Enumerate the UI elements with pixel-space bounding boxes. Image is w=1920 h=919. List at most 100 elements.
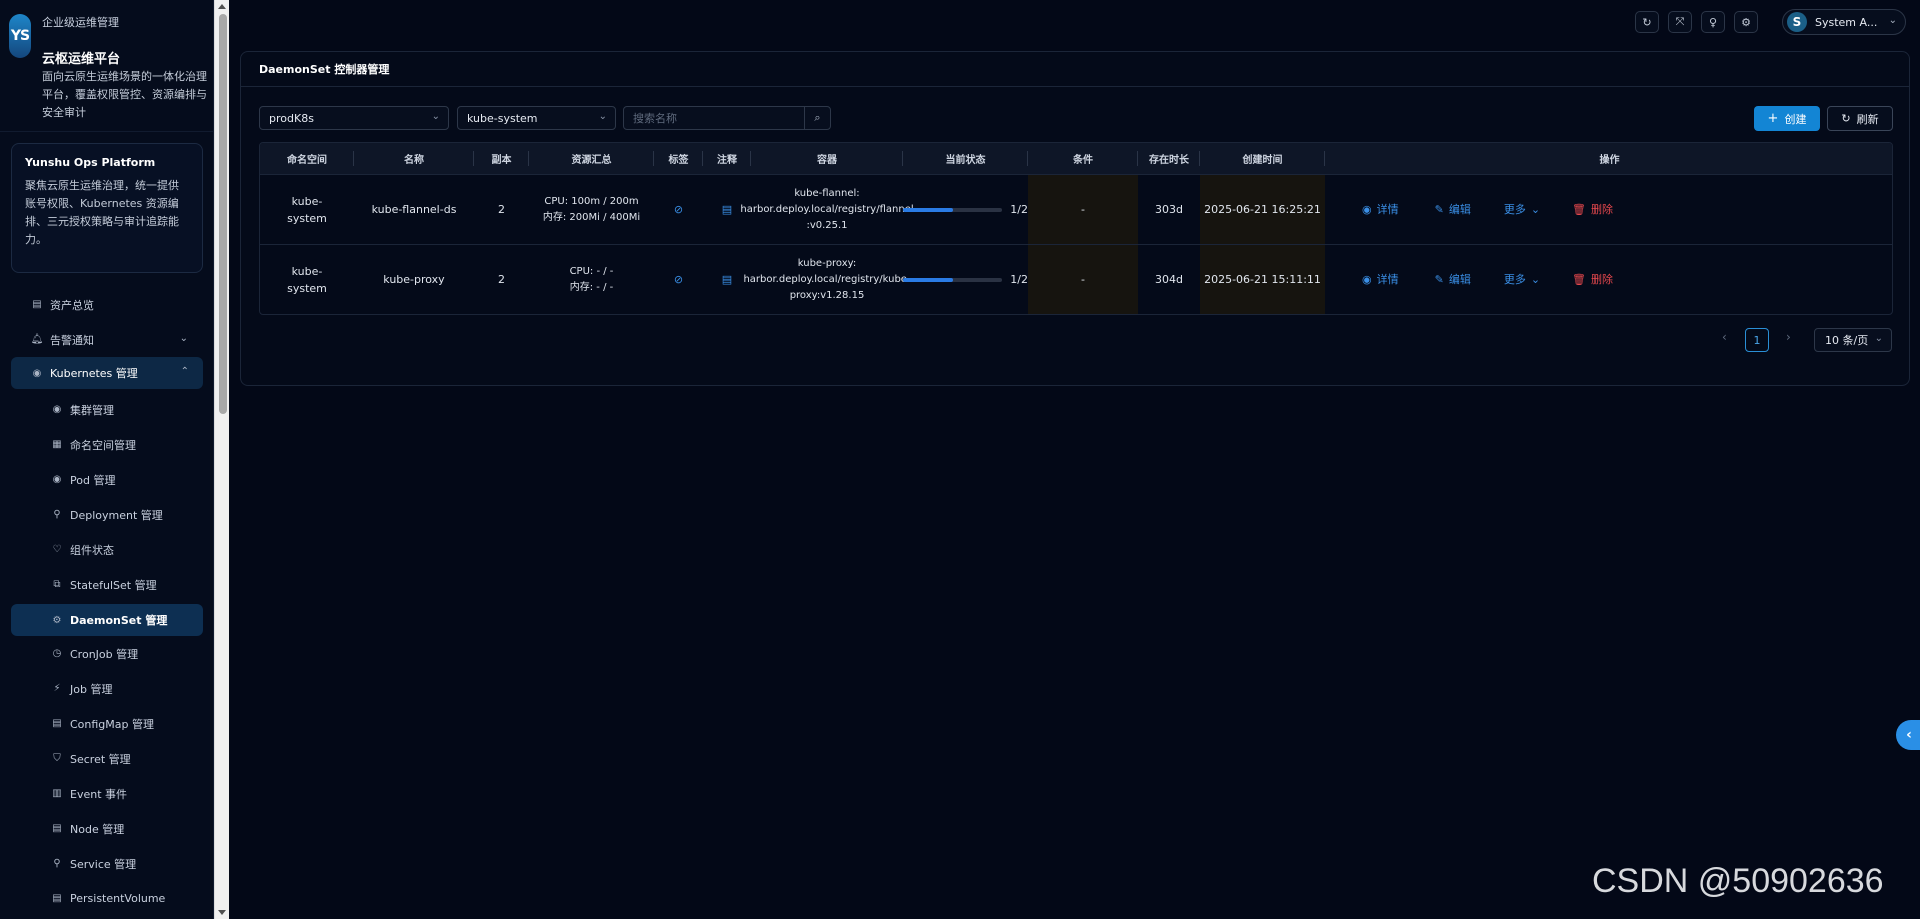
column-header: 存在时长 — [1138, 143, 1200, 174]
table-cell: ◉ 详情 ✎ 编辑 更多 ⌄ 🗑︎ 删除 — [1325, 175, 1892, 244]
scrollbar-thumb[interactable] — [219, 14, 227, 414]
search-input[interactable] — [624, 107, 804, 129]
column-header: 命名空间 — [260, 143, 354, 174]
document-icon[interactable]: ▤ — [722, 201, 732, 218]
sidebar-item-集群管理[interactable]: ◉ 集群管理 — [0, 392, 213, 427]
container-text: harbor.deploy.local/registry/kube- — [743, 273, 911, 285]
sidebar-item-label: 告警通知 — [50, 333, 94, 347]
detail-link[interactable]: ◉ 详情 — [1362, 271, 1399, 288]
menu-item-icon: ▤ — [52, 823, 62, 834]
column-header-label: 标签 — [668, 155, 689, 166]
column-header-label: 存在时长 — [1149, 155, 1189, 166]
table-cell: - — [1028, 175, 1138, 244]
age-value: 303d — [1155, 203, 1183, 216]
page-title: DaemonSet 控制器管理 — [241, 52, 1909, 87]
sidebar-scrollbar[interactable] — [214, 0, 229, 919]
table-cell: 304d — [1138, 245, 1200, 314]
memory-summary: 内存: 200Mi / 400Mi — [542, 211, 641, 223]
sidebar-item-label: Kubernetes 管理 — [50, 367, 138, 380]
condition-value: - — [1081, 203, 1085, 216]
menu-item-icon: ◉ — [52, 404, 62, 415]
sidebar-item-service[interactable]: ⚲ Service 管理 — [0, 846, 213, 881]
brand-title: 云枢运维平台 — [42, 52, 121, 67]
detail-link[interactable]: ◉ 详情 — [1362, 201, 1399, 218]
more-dropdown-label: 更多 — [1503, 203, 1526, 216]
menu-item-icon: ▥ — [52, 788, 62, 799]
table-cell: 2 — [474, 175, 529, 244]
sidebar-item-daemonset[interactable]: ⚙ DaemonSet 管理 — [11, 604, 203, 636]
gear-icon: ⚙ — [1741, 15, 1751, 29]
cluster-select[interactable]: prodK8s ⌄ — [259, 106, 449, 130]
plus-icon: + — [1767, 111, 1779, 126]
sidebar-item-persistentvolume[interactable]: ▤ PersistentVolume — [0, 881, 213, 916]
menu-item-icon: ♡ — [52, 544, 62, 555]
sidebar-item-secret[interactable]: ⛉ Secret 管理 — [0, 741, 213, 776]
memory-summary: 内存: - / - — [569, 281, 614, 293]
delete-link[interactable]: 🗑︎ 删除 — [1572, 201, 1613, 218]
namespace-select[interactable]: kube-system ⌄ — [457, 106, 616, 130]
refresh-button[interactable]: ↻ 刷新 — [1827, 106, 1893, 131]
edit-link[interactable]: ✎ 编辑 — [1435, 201, 1471, 218]
menu-item-icon: ⧉ — [53, 579, 61, 590]
create-button[interactable]: + 创建 — [1754, 106, 1820, 131]
sidebar-item-组件状态[interactable]: ♡ 组件状态 — [0, 532, 213, 567]
sidebar-item-event[interactable]: ▥ Event 事件 — [0, 776, 213, 811]
table-cell: kube-proxy: harbor.deploy.local/registry/… — [743, 245, 910, 314]
sidebar-item-alerts[interactable]: 🔔︎ 告警通知 ⌄ — [0, 322, 213, 357]
sidebar-item-cronjob[interactable]: ◷ CronJob 管理 — [0, 636, 213, 671]
more-dropdown[interactable]: 更多 ⌄ — [1504, 201, 1540, 218]
scroll-up-icon[interactable] — [218, 4, 226, 9]
sidebar-item-deployment[interactable]: ⚲ Deployment 管理 — [0, 497, 213, 532]
refresh-icon: ↻ — [1841, 112, 1851, 125]
sidebar-item-label: PersistentVolume — [70, 892, 166, 905]
tag-icon[interactable]: ⊘ — [674, 201, 683, 218]
tag-icon[interactable]: ⊘ — [674, 271, 683, 288]
page-size-select[interactable]: 10 条/页 ⌄ — [1814, 328, 1892, 352]
eye-icon: ◉ — [1362, 203, 1372, 216]
sidebar-item-configmap[interactable]: ▤ ConfigMap 管理 — [0, 706, 213, 741]
user-name: System A... — [1815, 15, 1878, 29]
edit-link[interactable]: ✎ 编辑 — [1435, 271, 1471, 288]
scroll-down-icon[interactable] — [218, 910, 226, 915]
more-dropdown[interactable]: 更多 ⌄ — [1504, 271, 1540, 288]
column-header: 操作 — [1325, 143, 1892, 174]
sidebar-item-job[interactable]: ⚡ Job 管理 — [0, 671, 213, 706]
reload-button[interactable]: ↻ — [1635, 11, 1659, 33]
sidebar-item-statefulset[interactable]: ⧉ StatefulSet 管理 — [0, 567, 213, 602]
document-icon[interactable]: ▤ — [722, 271, 732, 288]
settings-button[interactable]: ⚙ — [1734, 11, 1758, 33]
page-size-value: 10 条/页 — [1825, 334, 1869, 347]
menu-item-icon: ◷ — [52, 648, 62, 659]
pagination-page[interactable]: 1 — [1745, 328, 1769, 352]
table-cell: kube-system — [260, 175, 354, 244]
sidebar-item-kubernetes[interactable]: ◉ Kubernetes 管理 ⌃ — [11, 357, 203, 389]
search-button[interactable]: ⌕ — [804, 107, 830, 129]
sidebar-item-assets[interactable]: ▤ 资产总览 — [0, 287, 213, 322]
platform-card-title: Yunshu Ops Platform — [25, 156, 156, 169]
table-cell: kube-flannel: harbor.deploy.local/registr… — [740, 175, 913, 244]
brand-header: YS 企业级运维管理 云枢运维平台 面向云原生运维场景的一体化治理平台，覆盖权限… — [0, 0, 213, 132]
brand-logo: YS — [9, 14, 31, 58]
fullscreen-button[interactable]: ⤧ — [1668, 11, 1692, 33]
menu-item-icon: ▤ — [52, 893, 62, 904]
pagination-next-icon[interactable]: › — [1786, 330, 1791, 344]
collapse-panel-button[interactable]: ‹ — [1896, 720, 1920, 750]
column-header-label: 注释 — [717, 155, 737, 166]
sidebar-item-pod[interactable]: ◉ Pod 管理 — [0, 462, 213, 497]
user-menu[interactable]: S System A... ⌄ — [1782, 9, 1906, 35]
target-icon: ◉ — [32, 367, 42, 379]
platform-card-description: 聚焦云原生运维治理，统一提供账号权限、Kubernetes 资源编排、三元授权策… — [25, 179, 179, 246]
delete-link[interactable]: 🗑︎ 删除 — [1572, 271, 1613, 288]
sidebar-item-node[interactable]: ▤ Node 管理 — [0, 811, 213, 846]
pagination-prev-icon[interactable]: ‹ — [1722, 330, 1727, 344]
chevron-down-icon: ⌄ — [179, 333, 188, 344]
table-row: kube-system kube-proxy 2 CPU: - / - 内存: - / … — [260, 244, 1892, 314]
sidebar-item-label: 集群管理 — [70, 403, 114, 417]
list-icon: ▤ — [32, 299, 42, 310]
column-header-label: 操作 — [1599, 155, 1620, 166]
tips-button[interactable]: ♀ — [1701, 11, 1725, 33]
edit-icon: ✎ — [1434, 273, 1444, 286]
sidebar-item-命名空间管理[interactable]: ▦ 命名空间管理 — [0, 427, 213, 462]
chevron-up-icon: ⌃ — [180, 366, 189, 377]
menu-item-icon: ⚲ — [53, 509, 61, 520]
